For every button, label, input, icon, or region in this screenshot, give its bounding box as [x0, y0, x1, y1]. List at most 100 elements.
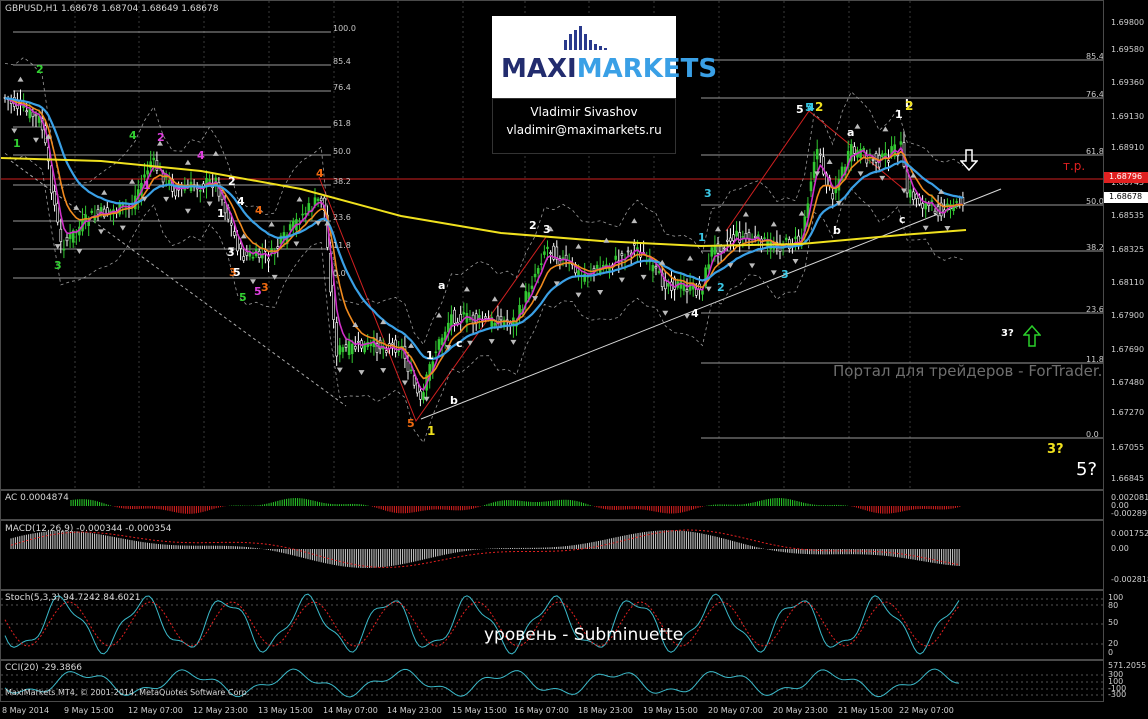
- candle-body: [90, 210, 94, 213]
- projection-label-5q: 5?: [1076, 459, 1098, 480]
- fractal-up-arrow: [770, 221, 777, 227]
- cci-axis-label: -300: [1108, 690, 1127, 699]
- elliott-wave-label: 4: [129, 129, 137, 142]
- fractal-down-arrow: [922, 225, 929, 231]
- fib-level-label: 61.8: [333, 119, 351, 128]
- candle-body: [651, 264, 655, 272]
- time-axis-label: 12 May 07:00: [128, 706, 183, 715]
- stoch-axis-label: 0: [1108, 648, 1114, 657]
- candle-body: [809, 181, 813, 192]
- fractal-up-arrow: [436, 312, 442, 318]
- candle-body: [679, 281, 683, 289]
- down-arrow-icon: [960, 149, 978, 171]
- fractal-down-arrow: [76, 248, 83, 254]
- elliott-wave-label: 5: [796, 103, 804, 116]
- time-axis-label: 13 May 15:00: [258, 706, 313, 715]
- candle-body: [620, 253, 624, 256]
- time-axis-label: 20 May 07:00: [708, 706, 763, 715]
- fib-level-label-right: 0.0: [1086, 430, 1099, 439]
- fractal-down-arrow: [336, 367, 343, 373]
- candle-body: [499, 316, 503, 321]
- fractal-up-arrow: [631, 218, 638, 224]
- target-label: т.р.: [1063, 159, 1086, 173]
- price-axis-label: 1.67900: [1111, 311, 1145, 320]
- price-axis-label: 1.69360: [1111, 78, 1145, 87]
- candle-body: [546, 246, 549, 249]
- candle-body: [614, 255, 618, 260]
- candle-body: [316, 198, 320, 201]
- candle-body: [319, 197, 323, 202]
- fractal-down-arrow: [98, 229, 105, 235]
- fractal-down-arrow: [250, 279, 256, 285]
- time-axis-label: 14 May 23:00: [387, 706, 442, 715]
- stochastic-indicator-pane[interactable]: Stoch(5,3,3) 94.7242 84.6021 уровень - S…: [0, 590, 1104, 660]
- candle-body: [230, 222, 233, 226]
- fractal-up-arrow: [491, 296, 498, 302]
- cci-indicator-pane[interactable]: CCI(20) -29.3866 MaxiMarkets MT4, © 2001…: [0, 660, 1104, 702]
- ac-indicator-pane[interactable]: AC 0.0004874: [0, 490, 1104, 520]
- fractal-down-arrow: [879, 175, 886, 181]
- candle-body: [530, 285, 534, 289]
- candle-body: [301, 213, 304, 216]
- candle-body: [955, 201, 959, 203]
- candle-body: [536, 268, 540, 274]
- elliott-wave-label: 3: [543, 223, 551, 236]
- elliott-wave-label: a: [438, 279, 445, 292]
- fractal-up-arrow: [715, 226, 721, 232]
- candle-body: [462, 312, 466, 315]
- fib-level-label: 50.0: [333, 147, 351, 156]
- candle-body: [25, 110, 29, 113]
- candle-body: [533, 273, 537, 278]
- macd-indicator-pane[interactable]: MACD(12,26,9) -0.000344 -0.000354: [0, 520, 1104, 590]
- macd-signal-line: [10, 529, 960, 568]
- stoch-axis-label: 20: [1108, 639, 1119, 648]
- current-price-value: 1.68678: [1109, 192, 1143, 201]
- candle-body: [344, 344, 348, 348]
- elliott-wave-label: 5: [407, 417, 415, 430]
- candle-body: [549, 252, 552, 254]
- elliott-wave-label: 4: [237, 195, 245, 208]
- fractal-down-arrow: [11, 128, 18, 134]
- price-axis-label: 1.69580: [1111, 45, 1145, 54]
- fractal-up-arrow: [910, 172, 917, 178]
- candle-body: [493, 322, 497, 326]
- stoch-axis-label: 50: [1108, 618, 1119, 627]
- candle-body: [338, 345, 342, 355]
- candle-body: [924, 203, 928, 210]
- price-axis-label: 1.69130: [1111, 112, 1145, 121]
- fib-level-label-right: 85.4: [1086, 52, 1104, 61]
- fractal-down-arrow: [119, 225, 126, 231]
- elliott-wave-label: b: [833, 224, 841, 237]
- wave-trend-red-1: [318, 176, 547, 423]
- candle-body: [921, 203, 924, 209]
- candle-body: [741, 236, 745, 238]
- elliott-wave-label: 3: [261, 281, 269, 294]
- candle-body: [871, 158, 875, 161]
- target-price-tag: 1.68796: [1104, 172, 1148, 183]
- fractal-down-arrow: [597, 289, 604, 295]
- candle-body: [880, 153, 884, 158]
- fractal-down-arrow: [358, 370, 365, 376]
- candle-body: [930, 200, 934, 202]
- elliott-wave-label: a: [847, 126, 854, 139]
- fractal-down-arrow: [467, 340, 473, 346]
- candle-body: [391, 342, 394, 345]
- elliott-wave-label: 5: [233, 266, 241, 279]
- candle-body: [477, 315, 481, 319]
- price-chart-pane[interactable]: 2143521454343512345abc12345abc1b12231234…: [0, 0, 1104, 490]
- candle-body: [812, 161, 816, 178]
- fib-level-label: 0.0: [333, 269, 346, 278]
- time-axis-label: 16 May 07:00: [514, 706, 569, 715]
- candle-body: [106, 207, 109, 214]
- author-email: vladimir@maximarkets.ru: [506, 123, 662, 137]
- candle-body: [96, 209, 100, 215]
- fractal-up-arrow: [826, 158, 833, 164]
- candle-body: [595, 264, 599, 269]
- price-axis-label: 1.66845: [1111, 474, 1145, 483]
- time-axis-label: 14 May 07:00: [323, 706, 378, 715]
- fractal-up-arrow: [882, 126, 889, 132]
- elliott-wave-label: 4: [197, 149, 205, 162]
- price-axis-label: 1.68325: [1111, 245, 1145, 254]
- candle-body: [409, 369, 413, 372]
- elliott-wave-label: 1: [698, 231, 706, 244]
